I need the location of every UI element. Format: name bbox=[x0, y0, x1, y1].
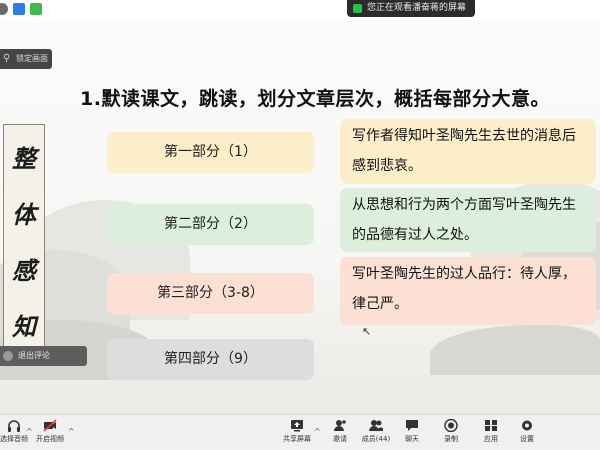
members-label: 成员(44) bbox=[361, 435, 391, 443]
lock-view-label: 锁定画面 bbox=[16, 54, 48, 63]
scroll-char: 整 bbox=[12, 144, 36, 173]
top-bar bbox=[0, 0, 600, 20]
signal-icon[interactable] bbox=[30, 3, 42, 15]
meeting-toolbar: 选择音频 ^ 开启视频 ^ 共享屏幕 ^ 邀请 成员(44) 聊天 录制 应用 … bbox=[0, 414, 600, 450]
record-button[interactable]: 录制 bbox=[431, 419, 471, 449]
part-description-3: 写叶圣陶先生的过人品行：待人厚，律己严。 bbox=[340, 257, 596, 325]
chat-icon bbox=[406, 420, 418, 431]
pin-icon: ⚲ bbox=[3, 53, 11, 64]
vertical-scroll-banner: 整 体 感 知 bbox=[3, 124, 45, 362]
record-label: 录制 bbox=[444, 435, 458, 443]
apps-button[interactable]: 应用 bbox=[471, 419, 511, 449]
video-label: 开启视频 bbox=[36, 435, 64, 443]
mouse-cursor-icon: ↖ bbox=[362, 325, 372, 338]
shield-icon[interactable] bbox=[13, 3, 25, 15]
share-screen-icon bbox=[291, 420, 303, 432]
part-label-4: 第四部分（9） bbox=[107, 339, 314, 380]
invite-icon bbox=[334, 420, 346, 431]
part-description-1: 写作者得知叶圣陶先生去世的消息后感到悲哀。 bbox=[340, 119, 596, 184]
apps-label: 应用 bbox=[484, 435, 498, 443]
video-button[interactable]: 开启视频 bbox=[30, 419, 70, 449]
lock-view-button[interactable]: ⚲ 锁定画面 bbox=[0, 49, 52, 69]
chat-label: 聊天 bbox=[405, 435, 419, 443]
settings-label: 设置 bbox=[520, 435, 534, 443]
part-label-3: 第三部分（3-8） bbox=[107, 273, 314, 314]
exit-annotation-button[interactable]: 退出评论 bbox=[0, 346, 87, 366]
part-label-1: 第一部分（1） bbox=[107, 132, 314, 173]
exit-annotation-label: 退出评论 bbox=[18, 351, 50, 360]
invite-label: 邀请 bbox=[333, 435, 347, 443]
invite-button[interactable]: 邀请 bbox=[320, 419, 360, 449]
headphones-icon bbox=[8, 420, 20, 432]
chevron-up-icon[interactable]: ^ bbox=[68, 427, 75, 436]
screen-share-banner[interactable]: 您正在观看潘奋蒋的屏幕 bbox=[347, 0, 475, 17]
share-screen-button[interactable]: 共享屏幕 bbox=[277, 419, 317, 449]
part-label-2: 第二部分（2） bbox=[107, 204, 314, 245]
scroll-char: 感 bbox=[12, 256, 36, 285]
share-screen-label: 共享屏幕 bbox=[283, 435, 311, 443]
gear-icon bbox=[522, 420, 532, 431]
members-icon bbox=[369, 420, 383, 431]
annotation-icon bbox=[3, 351, 13, 361]
record-icon bbox=[444, 419, 458, 432]
apps-icon bbox=[485, 420, 497, 431]
slide-title: 1.默读课文，跳读，划分文章层次，概括每部分大意。 bbox=[80, 88, 550, 110]
shared-slide: 1.默读课文，跳读，划分文章层次，概括每部分大意。 整 体 感 知 第一部分（1… bbox=[0, 20, 600, 414]
members-button[interactable]: 成员(44) bbox=[356, 419, 396, 449]
video-off-icon bbox=[43, 419, 57, 432]
screen-share-banner-text: 您正在观看潘奋蒋的屏幕 bbox=[367, 3, 467, 13]
scroll-char: 体 bbox=[12, 200, 36, 229]
scroll-char: 知 bbox=[12, 312, 36, 341]
part-description-2: 从思想和行为两个方面写叶圣陶先生的品德有过人之处。 bbox=[340, 188, 596, 252]
shoreline-decoration bbox=[430, 325, 600, 375]
info-icon[interactable] bbox=[0, 3, 8, 15]
chat-button[interactable]: 聊天 bbox=[392, 419, 432, 449]
settings-button[interactable]: 设置 bbox=[507, 419, 547, 449]
share-status-icon bbox=[353, 4, 362, 13]
